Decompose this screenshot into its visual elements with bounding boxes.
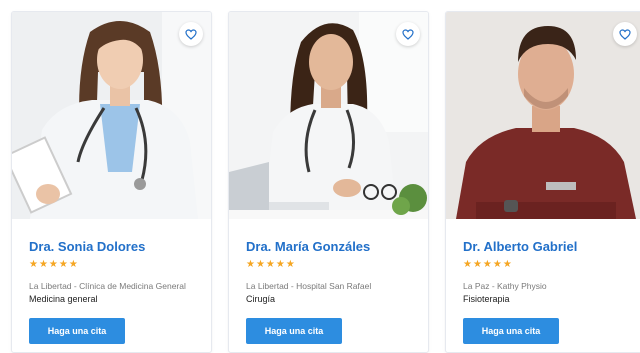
doctor-card[interactable]: Dra. Sonia Dolores ★★★★★ La Libertad - C… bbox=[11, 11, 212, 353]
doctor-card[interactable]: Dr. Alberto Gabriel ★★★★★ La Paz - Kathy… bbox=[445, 11, 640, 353]
book-appointment-button[interactable]: Haga una cita bbox=[463, 318, 559, 344]
favorite-button[interactable] bbox=[613, 22, 637, 46]
rating-stars: ★★★★★ bbox=[246, 259, 296, 270]
heart-icon bbox=[185, 28, 197, 40]
rating-stars: ★★★★★ bbox=[29, 259, 79, 270]
doctor-photo bbox=[229, 12, 428, 219]
doctor-specialty: Fisioterapia bbox=[463, 294, 510, 304]
doctor-location: La Libertad - Clínica de Medicina Genera… bbox=[29, 281, 186, 291]
favorite-button[interactable] bbox=[179, 22, 203, 46]
heart-icon bbox=[402, 28, 414, 40]
rating-stars: ★★★★★ bbox=[463, 259, 513, 270]
doctor-name[interactable]: Dra. Sonia Dolores bbox=[29, 239, 145, 254]
doctor-name[interactable]: Dra. María Gonzáles bbox=[246, 239, 370, 254]
doctor-photo bbox=[446, 12, 640, 219]
doctor-specialty: Medicina general bbox=[29, 294, 98, 304]
doctor-location: La Paz - Kathy Physio bbox=[463, 281, 547, 291]
doctor-location: La Libertad - Hospital San Rafael bbox=[246, 281, 372, 291]
doctor-card[interactable]: Dra. María Gonzáles ★★★★★ La Libertad - … bbox=[228, 11, 429, 353]
doctor-photo bbox=[12, 12, 211, 219]
book-appointment-button[interactable]: Haga una cita bbox=[29, 318, 125, 344]
doctor-specialty: Cirugía bbox=[246, 294, 276, 304]
book-appointment-button[interactable]: Haga una cita bbox=[246, 318, 342, 344]
favorite-button[interactable] bbox=[396, 22, 420, 46]
doctor-name[interactable]: Dr. Alberto Gabriel bbox=[463, 239, 577, 254]
heart-icon bbox=[619, 28, 631, 40]
